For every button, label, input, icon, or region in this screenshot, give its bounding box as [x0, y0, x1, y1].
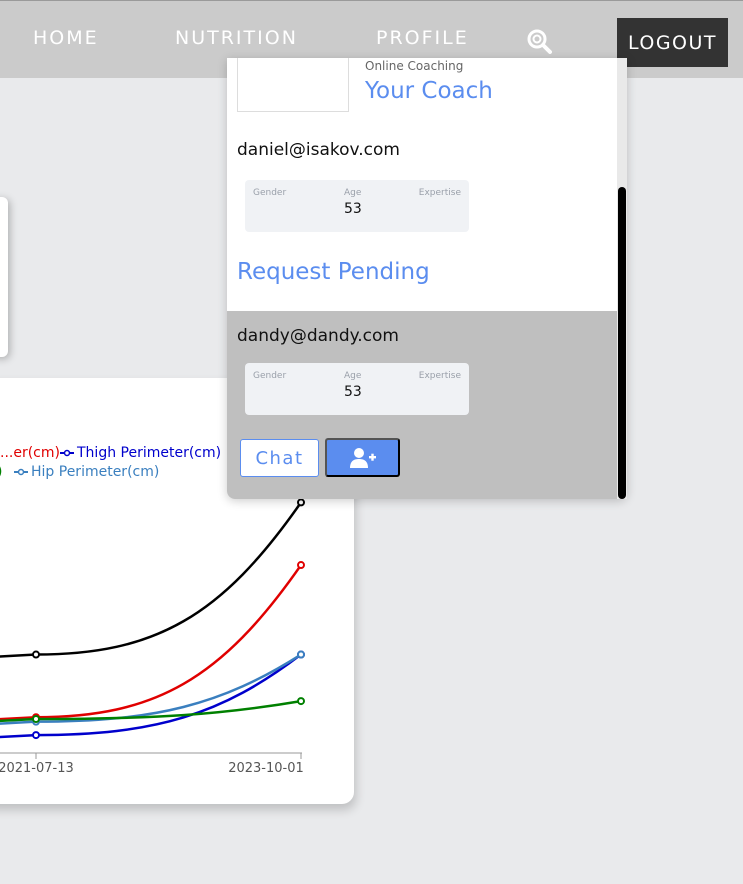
series-line	[0, 699, 302, 723]
coach-photo	[237, 58, 349, 112]
legend-item-green-fragment: )	[0, 464, 2, 480]
expertise-label: Expertise	[418, 371, 461, 381]
request-pending-status: Request Pending	[237, 259, 430, 285]
data-point[interactable]	[297, 561, 305, 570]
add-user-icon	[349, 447, 376, 468]
gender-label: Gender	[253, 371, 287, 381]
gender-label: Gender	[253, 188, 287, 198]
series-line	[0, 564, 303, 721]
expertise-label: Expertise	[418, 188, 461, 198]
series-line	[0, 653, 302, 725]
chat-button[interactable]: Chat	[240, 439, 319, 477]
data-point[interactable]	[297, 697, 305, 706]
coach-email: daniel@isakov.com	[237, 140, 400, 160]
data-point[interactable]	[32, 714, 40, 723]
legend-marker-hip	[14, 468, 28, 476]
age-label: Age	[344, 371, 362, 381]
series-line	[0, 501, 303, 658]
panel-scrollbar-thumb[interactable]	[618, 187, 626, 499]
coach-email: dandy@dandy.com	[237, 326, 399, 346]
x-tick-label: 2023-10-01	[228, 761, 304, 776]
legend-item-thigh-perimeter[interactable]: Thigh Perimeter(cm)	[76, 445, 221, 461]
data-point[interactable]	[297, 650, 305, 659]
data-point[interactable]	[297, 498, 305, 507]
nav-nutrition-link[interactable]: NUTRITION	[175, 27, 298, 49]
data-point[interactable]	[32, 650, 40, 659]
data-point[interactable]	[32, 731, 40, 740]
nav-home-link[interactable]: HOME	[33, 27, 99, 49]
age-value: 53	[344, 384, 362, 400]
logout-button[interactable]: LOGOUT	[617, 18, 728, 67]
side-card	[0, 197, 8, 357]
coach-dropdown-panel: Online Coaching Your Coach daniel@isakov…	[227, 58, 627, 499]
series-line	[0, 653, 302, 739]
panel-subtitle: Online Coaching	[365, 59, 464, 73]
coach-stats-box: Gender Age Expertise 53	[245, 363, 469, 415]
series-layer	[0, 498, 305, 740]
legend-marker-thigh	[60, 449, 74, 457]
panel-title: Your Coach	[365, 78, 493, 104]
legend-item-series-2[interactable]: ...er(cm)	[0, 445, 60, 461]
nav-profile-link[interactable]: PROFILE	[376, 27, 469, 49]
search-icon[interactable]	[526, 28, 552, 54]
x-tick-label: 2021-07-13	[0, 761, 74, 776]
coach-stats-box: Gender Age Expertise 53	[245, 180, 469, 232]
legend-item-hip-perimeter[interactable]: Hip Perimeter(cm)	[31, 464, 159, 480]
age-label: Age	[344, 188, 362, 198]
coach-list-item-selected[interactable]: dandy@dandy.com Gender Age Expertise 53 …	[227, 311, 627, 499]
add-coach-button[interactable]	[325, 438, 400, 477]
age-value: 53	[344, 201, 362, 217]
